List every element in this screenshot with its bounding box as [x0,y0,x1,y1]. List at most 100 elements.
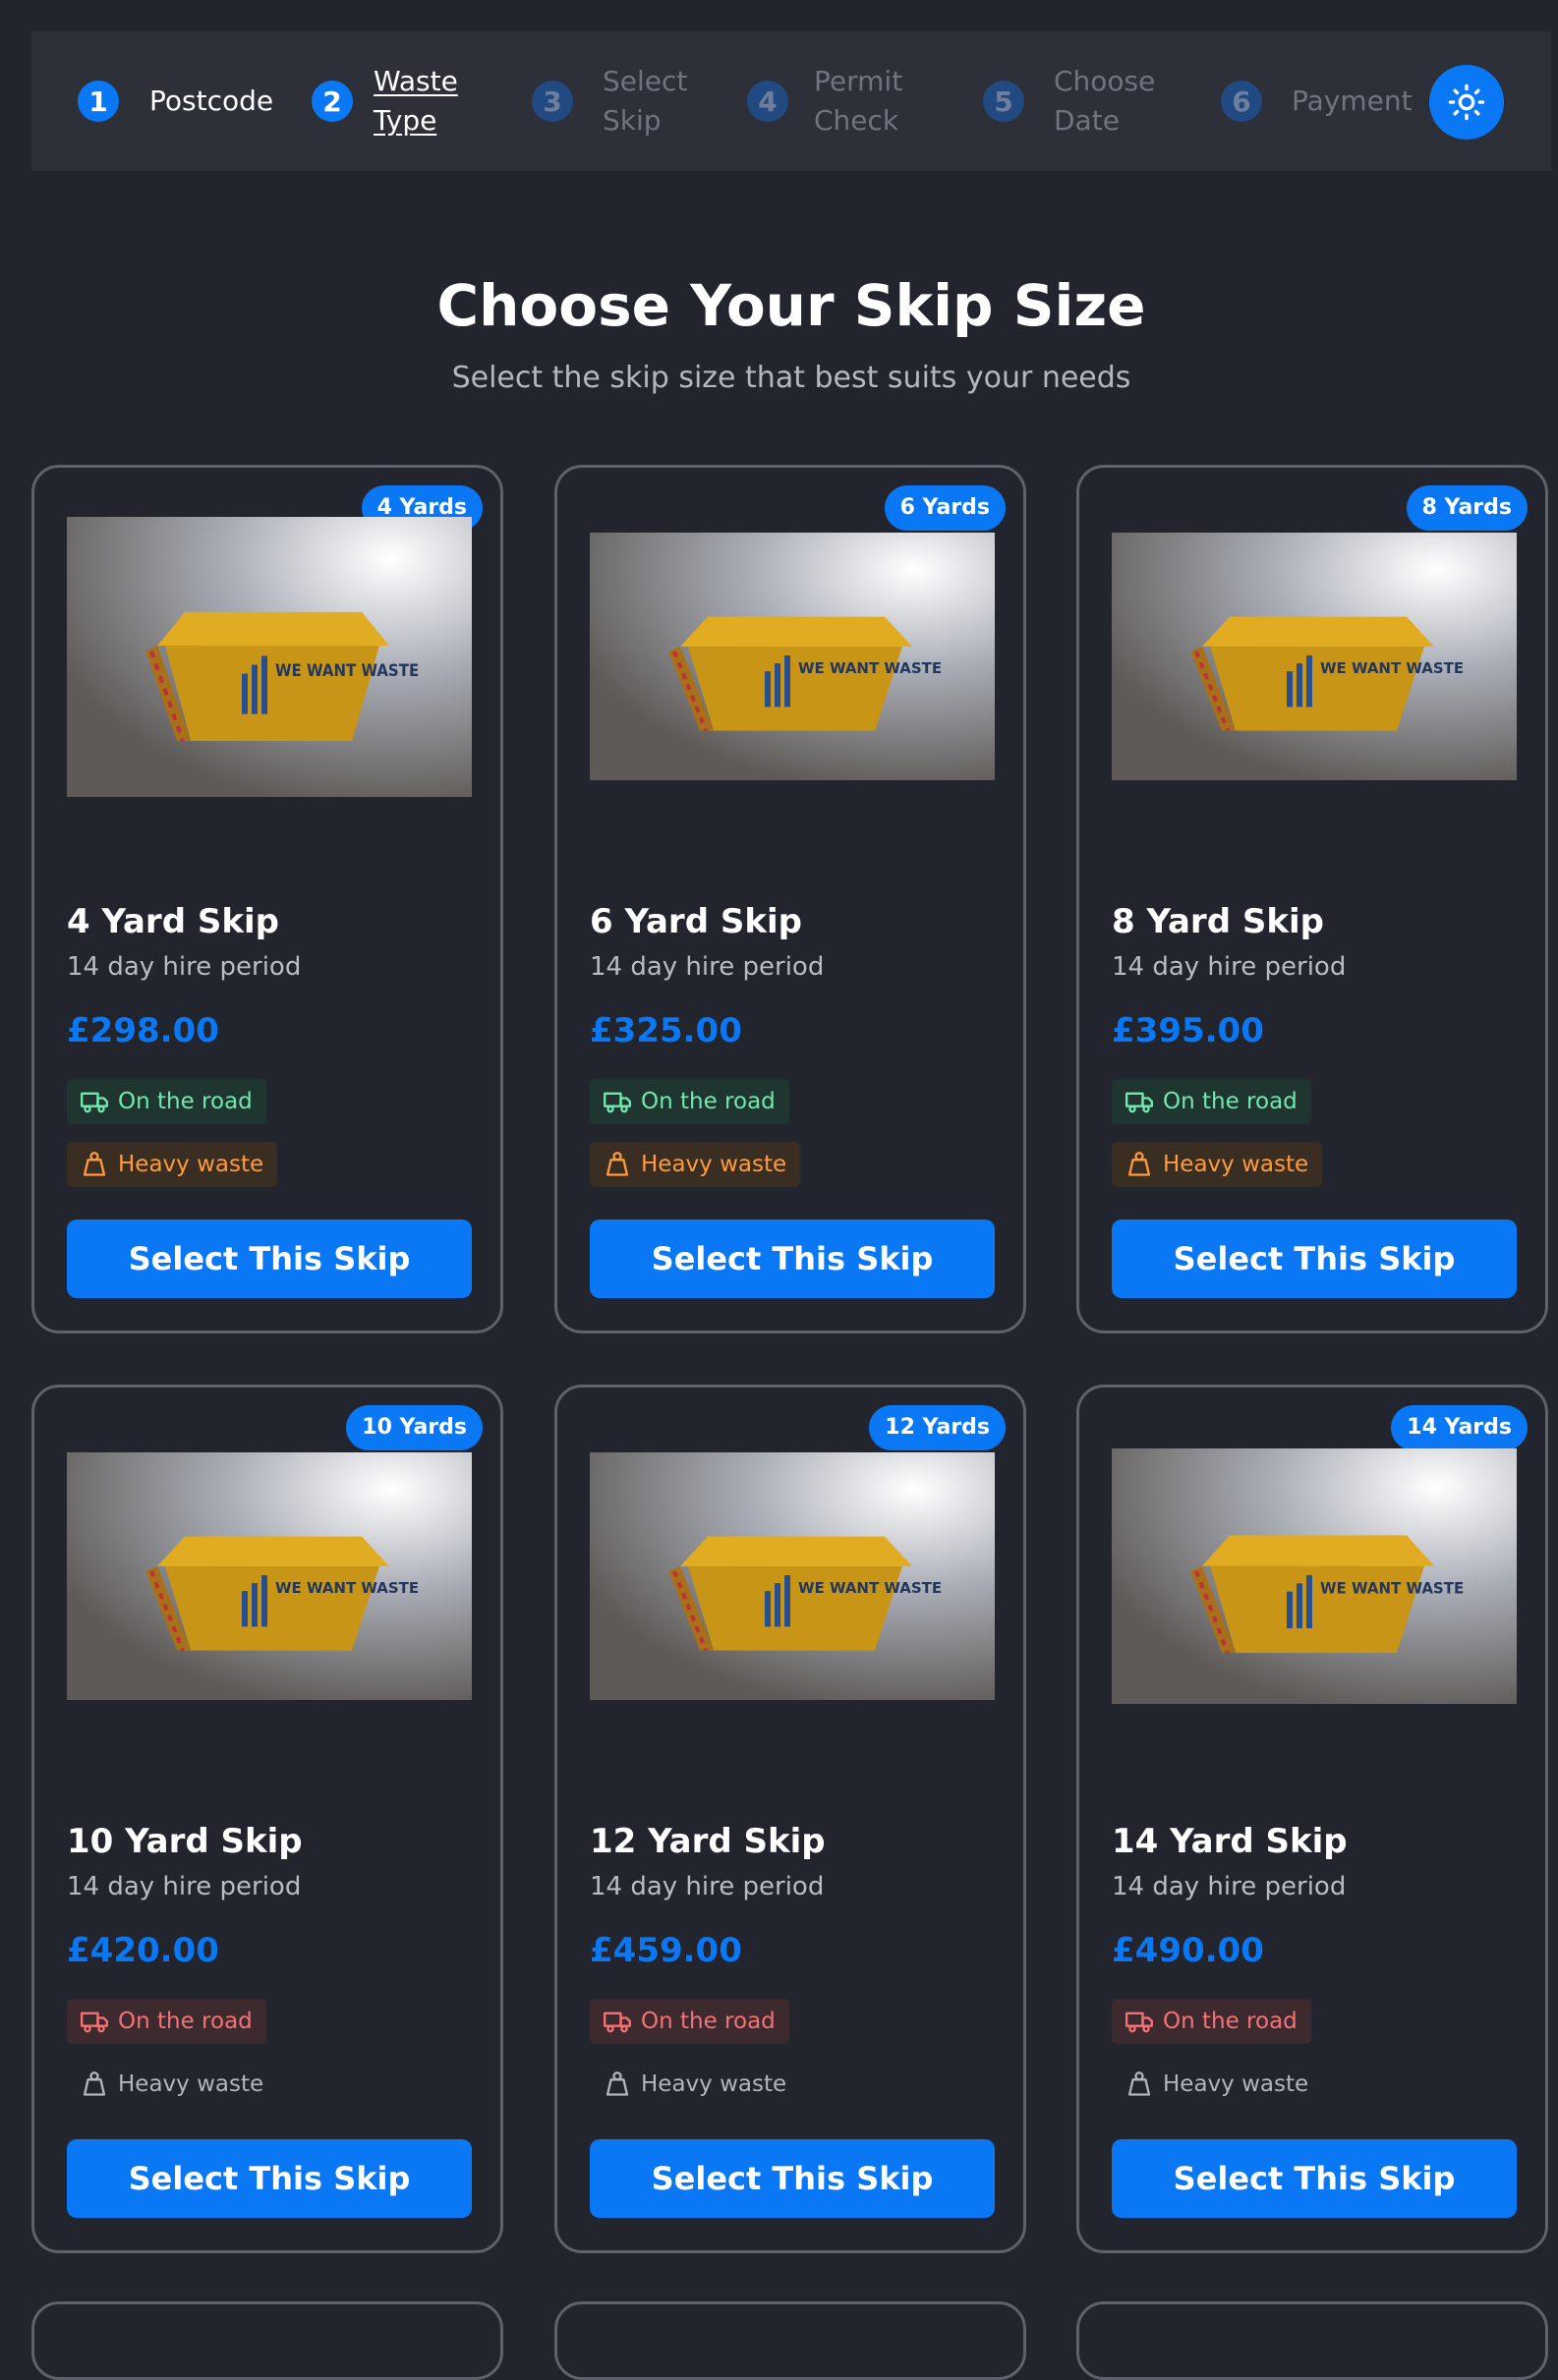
road-label: On the road [118,2009,253,2034]
step-label: Postcode [149,85,274,117]
size-badge: 6 Yards [884,485,1006,531]
step-number: 6 [1221,81,1262,122]
svg-text:WE WANT WASTE: WE WANT WASTE [1320,1579,1464,1597]
weight-icon [606,2071,629,2096]
size-badge: 10 Yards [346,1405,483,1450]
select-skip-button[interactable]: Select This Skip [1112,1219,1517,1298]
svg-text:WE WANT WASTE: WE WANT WASTE [798,1579,942,1597]
truck-icon [81,1092,108,1113]
step-number: 1 [78,81,119,122]
skip-card[interactable] [554,2301,1026,2380]
step-label: Select Skip [603,65,688,137]
step-postcode[interactable]: 1 Postcode [78,31,273,171]
skip-card[interactable] [31,2301,503,2380]
road-tag: On the road [1112,1999,1311,2044]
skip-card[interactable]: 4 Yards WE WANT WASTE 4 Yard Skip 14 day… [31,465,503,1333]
heavy-waste-label: Heavy waste [1163,2071,1309,2097]
weight-icon [1127,2071,1151,2096]
hire-period: 14 day hire period [1112,952,1347,982]
hire-period: 14 day hire period [590,952,825,982]
skip-title: 4 Yard Skip [67,902,279,941]
heavy-waste-tag: Heavy waste [590,1142,801,1187]
heavy-waste-tag: Heavy waste [1112,1142,1323,1187]
road-tag: On the road [67,1999,266,2044]
heavy-waste-tag: Heavy waste [1112,2062,1322,2107]
skip-title: 12 Yard Skip [590,1822,826,1861]
skip-card[interactable]: 6 Yards WE WANT WASTE 6 Yard Skip 14 day… [554,465,1026,1333]
skip-image: WE WANT WASTE [1112,1448,1517,1704]
sun-icon [1448,84,1485,121]
step-number: 3 [532,81,573,122]
svg-text:WE WANT WASTE: WE WANT WASTE [798,659,942,677]
heavy-waste-label: Heavy waste [1163,1152,1309,1177]
road-tag: On the road [590,1999,789,2044]
step-payment: 6 Payment [1221,31,1413,171]
skip-card[interactable] [1076,2301,1548,2380]
select-skip-button[interactable]: Select This Skip [1112,2139,1517,2218]
skip-image: WE WANT WASTE [1112,533,1517,780]
step-label: Permit Check [814,65,903,137]
skip-image: WE WANT WASTE [590,533,995,780]
step-label: Waste Type [374,65,458,137]
road-label: On the road [641,1089,776,1114]
size-badge: 12 Yards [869,1405,1006,1450]
theme-toggle-button[interactable] [1429,65,1504,140]
skip-card[interactable]: 14 Yards WE WANT WASTE 14 Yard Skip 14 d… [1076,1385,1548,2253]
road-tag: On the road [67,1079,266,1124]
step-waste-type[interactable]: 2 Waste Type [312,31,462,171]
step-select-skip: 3 Select Skip [532,31,691,171]
skip-price: £325.00 [590,1011,742,1050]
skip-price: £395.00 [1112,1011,1264,1050]
heavy-waste-label: Heavy waste [118,2071,264,2097]
select-skip-button[interactable]: Select This Skip [590,2139,995,2218]
step-label: Choose Date [1054,65,1156,137]
road-tag: On the road [590,1079,789,1124]
truck-icon [1125,1092,1153,1113]
page-subtitle: Select the skip size that best suits you… [451,361,1131,395]
hire-period: 14 day hire period [590,1872,825,1901]
skip-price: £490.00 [1112,1931,1264,1970]
hire-period: 14 day hire period [1112,1872,1347,1901]
skip-title: 8 Yard Skip [1112,902,1324,941]
weight-icon [83,1152,106,1176]
road-label: On the road [1163,1089,1298,1114]
heavy-waste-tag: Heavy waste [67,1142,278,1187]
select-skip-button[interactable]: Select This Skip [590,1219,995,1298]
skip-title: 10 Yard Skip [67,1822,303,1861]
skip-price: £298.00 [67,1011,219,1050]
heavy-waste-tag: Heavy waste [67,2062,277,2107]
skip-card[interactable]: 12 Yards WE WANT WASTE 12 Yard Skip 14 d… [554,1385,1026,2253]
skip-title: 6 Yard Skip [590,902,802,941]
size-badge: 14 Yards [1391,1405,1528,1450]
heavy-waste-label: Heavy waste [641,1152,787,1177]
step-number: 4 [747,81,788,122]
heavy-waste-tag: Heavy waste [590,2062,800,2107]
hire-period: 14 day hire period [67,952,302,982]
heavy-waste-label: Heavy waste [641,2071,787,2097]
select-skip-button[interactable]: Select This Skip [67,1219,472,1298]
truck-icon [604,2012,631,2033]
skip-image: WE WANT WASTE [590,1452,995,1700]
skip-card[interactable]: 8 Yards WE WANT WASTE 8 Yard Skip 14 day… [1076,465,1548,1333]
weight-icon [606,1152,629,1176]
skip-card[interactable]: 10 Yards WE WANT WASTE 10 Yard Skip 14 d… [31,1385,503,2253]
skip-price: £420.00 [67,1931,219,1970]
size-badge: 8 Yards [1406,485,1528,531]
weight-icon [83,2071,106,2096]
road-label: On the road [118,1089,253,1114]
skip-image: WE WANT WASTE [67,517,472,797]
road-label: On the road [641,2009,776,2034]
weight-icon [1127,1152,1151,1176]
step-number: 2 [312,81,353,122]
page-title: Choose Your Skip Size [436,272,1146,339]
select-skip-button[interactable]: Select This Skip [67,2139,472,2218]
road-tag: On the road [1112,1079,1311,1124]
skip-price: £459.00 [590,1931,742,1970]
svg-text:WE WANT WASTE: WE WANT WASTE [275,660,419,680]
skip-image: WE WANT WASTE [67,1452,472,1700]
truck-icon [81,2012,108,2033]
step-number: 5 [983,81,1024,122]
svg-text:WE WANT WASTE: WE WANT WASTE [1320,659,1464,677]
truck-icon [1125,2012,1153,2033]
step-choose-date: 5 Choose Date [983,31,1156,171]
